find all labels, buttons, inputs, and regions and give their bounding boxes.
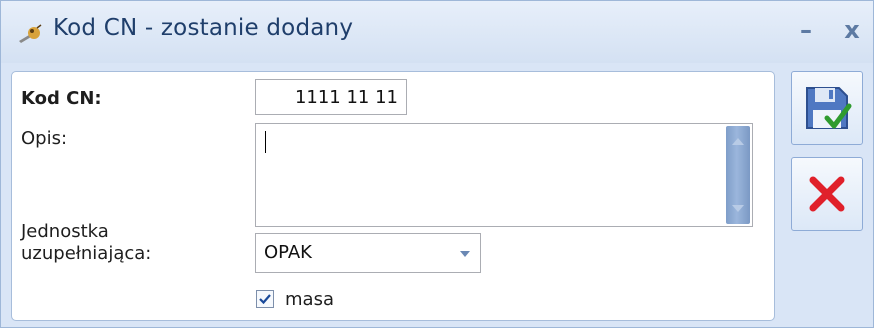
kod-cn-label: Kod CN: bbox=[21, 88, 102, 109]
kod-cn-input[interactable]: 1111 11 11 bbox=[255, 79, 407, 115]
jednostka-label: Jednostka uzupełniająca: bbox=[21, 221, 151, 265]
scroll-up-arrow-icon[interactable] bbox=[732, 138, 744, 145]
minimize-button[interactable]: – bbox=[789, 13, 823, 47]
save-button[interactable] bbox=[791, 71, 863, 145]
opis-scrollbar[interactable] bbox=[726, 126, 750, 224]
opis-textarea[interactable] bbox=[255, 123, 753, 227]
close-button[interactable]: x bbox=[835, 13, 869, 47]
title-bar[interactable]: Kod CN - zostanie dodany – x bbox=[1, 1, 873, 63]
scroll-down-arrow-icon[interactable] bbox=[732, 205, 744, 212]
cancel-button[interactable] bbox=[791, 157, 863, 231]
jednostka-dropdown[interactable]: OPAK bbox=[255, 233, 481, 273]
text-caret bbox=[265, 131, 266, 153]
red-x-icon bbox=[809, 176, 845, 212]
floppy-disk-check-icon bbox=[806, 87, 852, 129]
dialog-window: Kod CN - zostanie dodany – x Kod CN: 111… bbox=[0, 0, 874, 328]
kod-cn-value: 1111 11 11 bbox=[294, 86, 398, 108]
app-icon bbox=[15, 23, 45, 47]
jednostka-selected-value: OPAK bbox=[264, 242, 312, 263]
jednostka-label-line2: uzupełniająca: bbox=[21, 243, 152, 264]
masa-checkbox[interactable] bbox=[256, 290, 274, 308]
opis-label: Opis: bbox=[21, 128, 68, 149]
jednostka-label-line1: Jednostka bbox=[21, 221, 109, 242]
masa-label[interactable]: masa bbox=[285, 289, 334, 310]
window-title: Kod CN - zostanie dodany bbox=[53, 15, 354, 41]
chevron-down-icon[interactable] bbox=[460, 251, 470, 257]
checkmark-icon bbox=[259, 294, 271, 305]
